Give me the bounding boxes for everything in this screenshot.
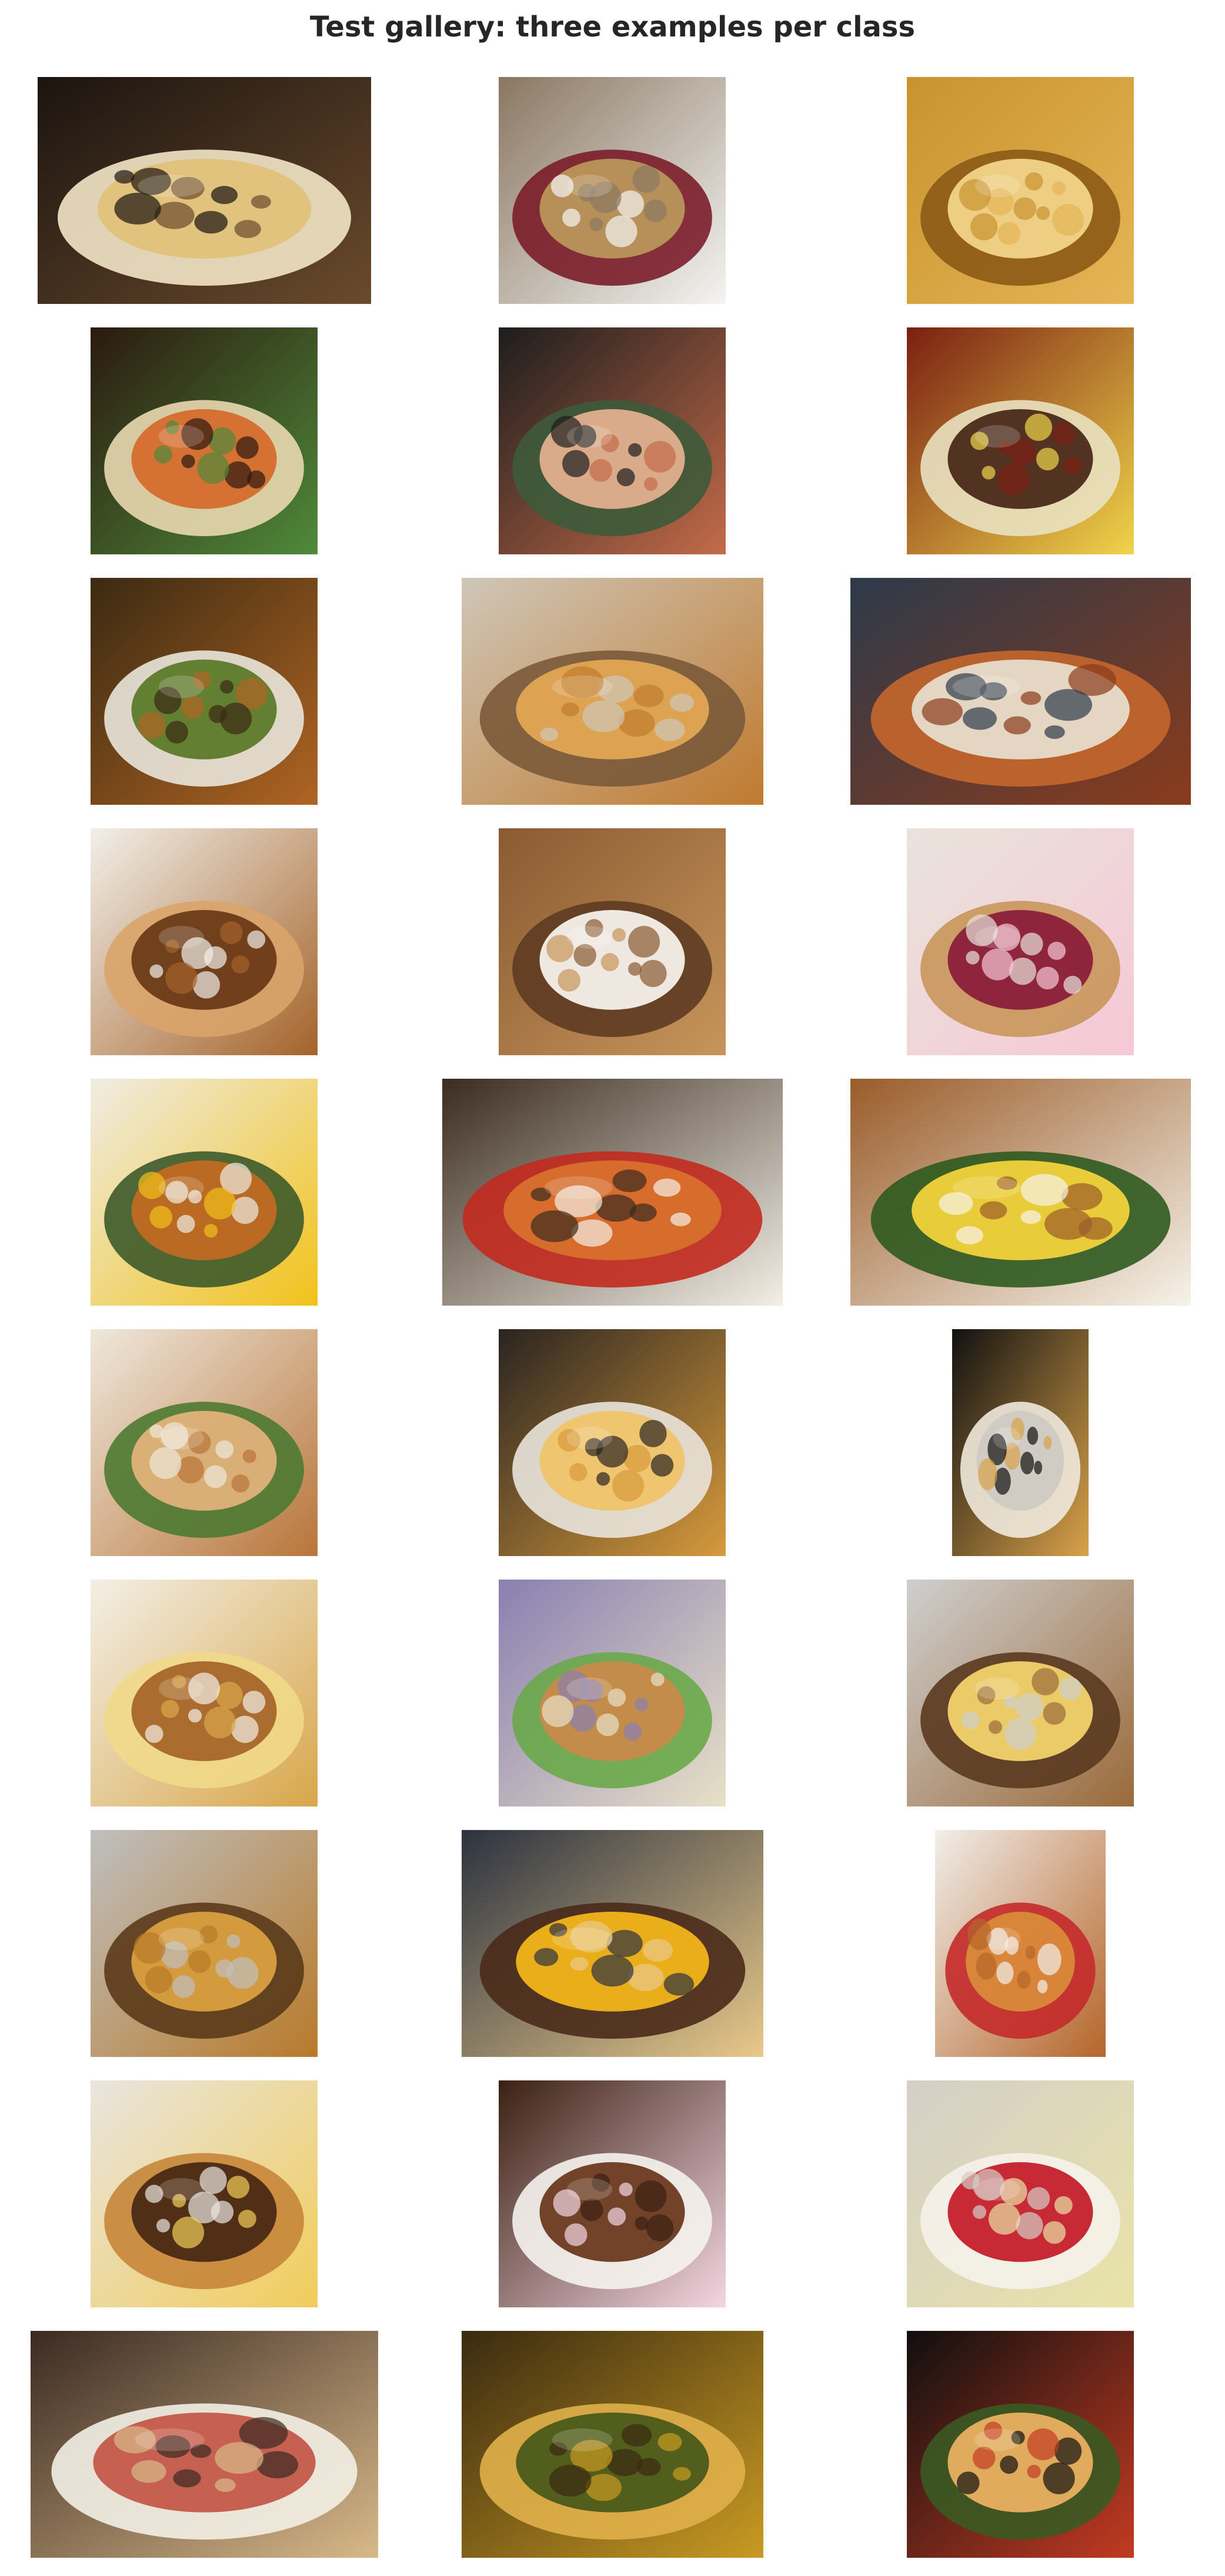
gallery-cell — [408, 566, 816, 817]
grilled-sandwich-icon — [499, 1579, 726, 1806]
gallery-cell — [0, 1567, 408, 1818]
gallery-cell — [0, 1066, 408, 1317]
frosted-donut-icon — [499, 828, 726, 1055]
gallery-cell — [816, 1317, 1224, 1568]
prosciutto-pizza-photo — [30, 2330, 378, 2558]
wings-with-dip-icon — [91, 577, 318, 805]
stone-pot-bowl-icon — [499, 327, 726, 554]
pie-with-icecream-icon — [37, 76, 371, 304]
gallery-cell — [0, 65, 408, 316]
icecream-waffle-bowl-photo — [91, 2080, 318, 2307]
donuts-tray-photo — [91, 828, 318, 1055]
fries-cone-icon — [952, 1329, 1089, 1556]
gallery-cell — [408, 1317, 816, 1568]
soft-serve-cups-photo — [499, 2080, 726, 2307]
fried-chicken-basket-icon — [461, 577, 763, 805]
plate-with-berries-icon — [499, 76, 726, 304]
gallery-cell — [408, 315, 816, 566]
mixed-rice-bowl-icon — [907, 327, 1134, 554]
burger-onion-rings-photo — [935, 1829, 1106, 2057]
gallery-cell — [816, 1818, 1224, 2069]
gallery-cell — [0, 2319, 408, 2570]
gallery-cell — [816, 2319, 1224, 2570]
gallery-cell — [0, 315, 408, 566]
mixed-rice-bowl-icon — [91, 327, 318, 554]
donut-box-icon — [907, 828, 1134, 1055]
gallery-cell — [816, 816, 1224, 1067]
icecream-scoops-icon — [91, 2080, 318, 2307]
dessert-pie-icecream-photo — [37, 76, 371, 304]
gallery-cell — [408, 816, 816, 1067]
potato-wedges-icon — [91, 1329, 318, 1556]
fried-chicken-basket-photo — [461, 577, 763, 805]
gallery-cell — [408, 1567, 816, 1818]
bibimbap-bowl-photo-1 — [91, 327, 318, 554]
grilled-sandwich-photo-1 — [499, 1579, 726, 1806]
gallery-cell — [816, 1567, 1224, 1818]
garlic-bread-chips-photo — [91, 1579, 318, 1806]
eggs-benedict-icon — [442, 1078, 783, 1306]
gallery-cell — [816, 566, 1224, 817]
bibimbap-bowl-photo-3 — [907, 327, 1134, 554]
burger-onion-rings-icon — [935, 1829, 1106, 2057]
golden-pastry-icon — [907, 76, 1134, 304]
burger-with-fries-icon — [91, 1829, 318, 2057]
donut-pile-icon — [91, 828, 318, 1055]
fried-chicken-plate-icon — [850, 577, 1191, 805]
grilled-sandwich-icon — [907, 1579, 1134, 1806]
fried-pastry-closeup-photo — [907, 76, 1134, 304]
fries-pile-icon — [499, 1329, 726, 1556]
pizza-round-icon — [461, 2330, 763, 2558]
herb-pizza-closeup-photo — [461, 2330, 763, 2558]
gallery-cell — [0, 1317, 408, 1568]
image-gallery-grid — [0, 0, 1225, 2576]
cinnamon-donut-closeup-photo — [499, 828, 726, 1055]
chicken-wings-plate-photo — [91, 577, 318, 805]
pizza-round-icon — [30, 2330, 378, 2558]
gelato-cup-icon — [907, 2080, 1134, 2307]
cheeseburger-closeup-photo — [461, 1829, 763, 2057]
gelato-cup-photo — [907, 2080, 1134, 2307]
gallery-cell — [816, 315, 1224, 566]
gallery-cell — [0, 2068, 408, 2319]
eggs-benedict-icon — [91, 1078, 318, 1306]
toast-and-chips-icon — [91, 1579, 318, 1806]
french-fries-box-photo — [499, 1329, 726, 1556]
gallery-cell — [816, 2068, 1224, 2319]
potato-wedges-photo — [91, 1329, 318, 1556]
gallery-cell — [408, 1818, 816, 2069]
grilled-sandwich-foil-photo — [907, 1579, 1134, 1806]
eggs-benedict-plate-photo-2 — [442, 1078, 783, 1306]
donut-box-photo — [907, 828, 1134, 1055]
gallery-cell — [816, 65, 1224, 316]
gallery-cell — [816, 1066, 1224, 1317]
vegetable-pizza-photo — [907, 2330, 1134, 2558]
eggs-benedict-icon — [850, 1078, 1191, 1306]
fries-cone-photo — [952, 1329, 1089, 1556]
gallery-cell — [408, 2068, 816, 2319]
plated-dessert-berries-photo — [499, 76, 726, 304]
gallery-cell — [0, 566, 408, 817]
eggs-benedict-plate-photo-1 — [91, 1078, 318, 1306]
gallery-cell — [408, 65, 816, 316]
gallery-cell — [0, 1818, 408, 2069]
cheeseburger-icon — [461, 1829, 763, 2057]
burger-fries-foil-photo — [91, 1829, 318, 2057]
fried-chicken-plate-photo — [850, 577, 1191, 805]
gallery-cell — [0, 816, 408, 1067]
pizza-round-icon — [907, 2330, 1134, 2558]
eggs-benedict-plate-photo-3 — [850, 1078, 1191, 1306]
soft-serve-cups-icon — [499, 2080, 726, 2307]
gallery-cell — [408, 1066, 816, 1317]
bibimbap-bowl-photo-2 — [499, 327, 726, 554]
gallery-cell — [408, 2319, 816, 2570]
